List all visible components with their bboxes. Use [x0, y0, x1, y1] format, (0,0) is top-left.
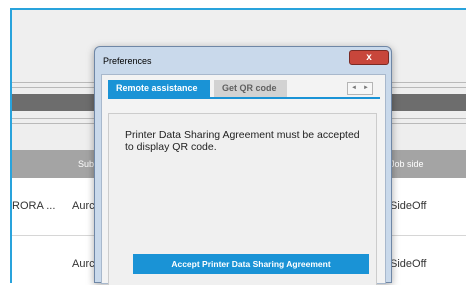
preferences-dialog: Preferences x Remote assistance Get QR c… [94, 46, 392, 285]
dialog-body: Remote assistance Get QR code ◄ ► Printer… [101, 74, 386, 285]
row-job-side: SideOff [390, 200, 427, 212]
accept-agreement-button[interactable]: Accept Printer Data Sharing Agreement [133, 254, 369, 274]
scroll-right-icon[interactable]: ► [360, 83, 372, 94]
row-name: RORA ... [12, 200, 56, 212]
tab-underline [108, 97, 380, 99]
dialog-title: Preferences [103, 56, 152, 66]
row-subject: Aurc [72, 258, 95, 270]
qr-requirement-message: Printer Data Sharing Agreement must be a… [125, 129, 360, 153]
column-header-job-side[interactable]: Job side [390, 159, 424, 169]
screen-frame: Sub Job side RORA ... Aurc SideOff Aurc … [0, 0, 466, 285]
tab-remote-assistance[interactable]: Remote assistance [108, 80, 210, 97]
tab-content-panel: Printer Data Sharing Agreement must be a… [108, 113, 377, 285]
tab-get-qr-code[interactable]: Get QR code [214, 80, 287, 97]
scroll-left-icon[interactable]: ◄ [348, 83, 360, 94]
row-subject: Aurc [72, 200, 95, 212]
close-button[interactable]: x [349, 50, 389, 65]
row-job-side: SideOff [390, 258, 427, 270]
tab-scroll-arrows: ◄ ► [347, 82, 373, 95]
column-header-subject[interactable]: Sub [78, 159, 94, 169]
